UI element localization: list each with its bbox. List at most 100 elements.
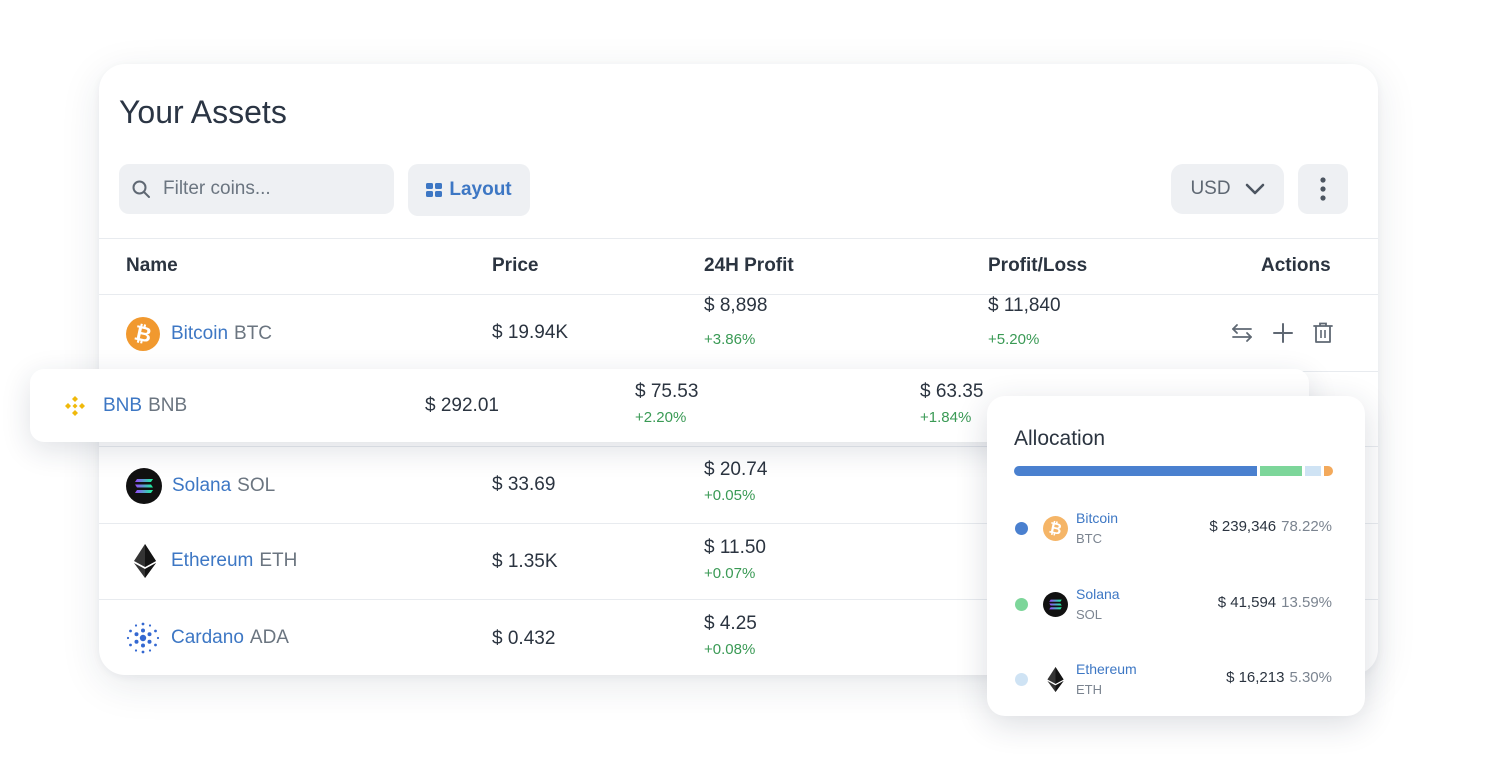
coin-name[interactable]: Ethereum xyxy=(171,550,253,572)
allocation-item[interactable]: ₿ Bitcoin BTC $ 239,346 78.22% xyxy=(1014,510,1334,550)
search-field[interactable] xyxy=(119,164,394,214)
bnb-icon xyxy=(65,396,85,416)
allocation-amount: $ 239,346 78.22% xyxy=(1209,518,1332,535)
profit-24h-value: $ 8,898 xyxy=(704,295,768,316)
coin-cell: Solana SOL xyxy=(126,468,275,504)
price-value: $ 0.432 xyxy=(492,628,556,649)
profit-24h-value: $ 11.50 xyxy=(704,537,766,558)
bitcoin-icon: ₿ xyxy=(1043,516,1068,541)
coin-name[interactable]: Solana xyxy=(172,475,231,497)
layout-label: Layout xyxy=(449,179,512,200)
chevron-down-icon xyxy=(1245,183,1264,195)
layout-button[interactable]: Layout xyxy=(408,164,530,216)
more-options-button[interactable] xyxy=(1298,164,1348,214)
coin-name[interactable]: Cardano xyxy=(171,627,244,649)
coin-symbol: ETH xyxy=(259,550,298,571)
allocation-value: $ 16,213 xyxy=(1226,669,1285,686)
column-header-actions: Actions xyxy=(1261,255,1331,276)
profit-24h-value: $ 20.74 xyxy=(704,459,768,480)
allocation-value: $ 41,594 xyxy=(1217,594,1277,611)
allocation-segment-other xyxy=(1324,466,1333,476)
price-value: $ 1.35K xyxy=(492,551,558,572)
allocation-item[interactable]: Solana SOL $ 41,594 13.59% xyxy=(1014,586,1334,626)
profit-24h-percent: +0.07% xyxy=(704,565,756,582)
bitcoin-icon: ₿ xyxy=(126,317,160,351)
coin-name[interactable]: Bitcoin xyxy=(171,323,228,345)
solana-icon xyxy=(1043,592,1068,617)
allocation-coin-symbol: SOL xyxy=(1076,607,1103,622)
ethereum-icon xyxy=(134,544,156,578)
price-value: $ 292.01 xyxy=(425,395,499,416)
legend-dot xyxy=(1015,598,1028,611)
profit-24h-percent: +0.08% xyxy=(704,641,756,658)
page-title: Your Assets xyxy=(119,94,287,130)
allocation-coin-symbol: BTC xyxy=(1076,531,1102,546)
coin-cell: ₿ Bitcoin BTC xyxy=(126,317,272,351)
divider xyxy=(99,238,1378,239)
allocation-percent: 13.59% xyxy=(1281,594,1332,611)
profit-24h-cell: $ 8,898 +3.86% xyxy=(704,295,767,351)
legend-dot xyxy=(1015,522,1028,535)
allocation-coin-name: Bitcoin xyxy=(1076,510,1119,526)
swap-icon[interactable] xyxy=(1231,323,1253,343)
coin-symbol: SOL xyxy=(237,475,276,496)
column-header-name[interactable]: Name xyxy=(126,255,178,277)
ethereum-icon xyxy=(1047,667,1064,692)
column-header-24h-profit[interactable]: 24H Profit xyxy=(704,255,794,277)
coin-cell: Cardano ADA xyxy=(126,621,289,655)
cardano-icon xyxy=(126,622,160,654)
profit-loss-cell: $ 63.35 +1.84% xyxy=(920,381,983,429)
allocation-item[interactable]: Ethereum ETH $ 16,213 5.30% xyxy=(1014,661,1334,701)
profit-loss-percent: +5.20% xyxy=(988,331,1040,348)
profit-24h-percent: +2.20% xyxy=(635,409,687,426)
profit-loss-cell: $ 11,840 +5.20% xyxy=(988,295,1061,351)
allocation-amount: $ 41,594 13.59% xyxy=(1218,594,1332,611)
profit-24h-value: $ 4.25 xyxy=(704,613,757,634)
coin-name[interactable]: BNB xyxy=(103,395,142,417)
allocation-segment-ethereum xyxy=(1305,466,1321,476)
allocation-coin-name: Solana xyxy=(1076,586,1120,602)
profit-24h-percent: +0.05% xyxy=(704,487,756,504)
search-input[interactable] xyxy=(161,177,375,201)
profit-loss-value: $ 63.35 xyxy=(920,381,984,402)
currency-label: USD xyxy=(1190,178,1231,199)
search-icon xyxy=(132,180,150,198)
allocation-coin-name: Ethereum xyxy=(1076,661,1137,677)
allocation-coin-symbol: ETH xyxy=(1076,682,1102,697)
allocation-title: Allocation xyxy=(1014,427,1106,450)
allocation-percent: 5.30% xyxy=(1289,669,1332,686)
allocation-segment-bitcoin xyxy=(1014,466,1257,476)
row-actions xyxy=(1231,322,1333,344)
profit-24h-percent: +3.86% xyxy=(704,331,756,348)
allocation-amount: $ 16,213 5.30% xyxy=(1226,669,1332,686)
coin-cell: BNB BNB xyxy=(63,394,187,418)
profit-24h-cell: $ 4.25 +0.08% xyxy=(704,613,757,661)
coin-symbol: BNB xyxy=(148,395,188,416)
column-header-profit-loss[interactable]: Profit/Loss xyxy=(988,255,1087,277)
coin-symbol: BTC xyxy=(234,323,273,344)
profit-24h-cell: $ 11.50 +0.07% xyxy=(704,537,766,585)
profit-24h-value: $ 75.53 xyxy=(635,381,699,402)
price-value: $ 33.69 xyxy=(492,474,556,495)
profit-loss-percent: +1.84% xyxy=(920,409,972,426)
grid-icon xyxy=(426,183,443,197)
solana-icon xyxy=(126,468,162,504)
trash-icon[interactable] xyxy=(1313,322,1333,344)
column-header-price[interactable]: Price xyxy=(492,255,538,277)
price-value: $ 19.94K xyxy=(492,322,569,343)
allocation-bar xyxy=(1014,466,1333,476)
table-row[interactable]: ₿ Bitcoin BTC $ 19.94K $ 8,898 +3.86% $ … xyxy=(99,295,1378,371)
kebab-menu-icon xyxy=(1320,177,1326,201)
profit-24h-cell: $ 75.53 +2.20% xyxy=(635,381,698,429)
allocation-value: $ 239,346 xyxy=(1209,518,1277,535)
allocation-percent: 78.22% xyxy=(1281,518,1332,535)
allocation-segment-solana xyxy=(1260,466,1302,476)
legend-dot xyxy=(1015,673,1028,686)
profit-24h-cell: $ 20.74 +0.05% xyxy=(704,459,767,507)
add-icon[interactable] xyxy=(1273,323,1293,343)
coin-symbol: ADA xyxy=(249,627,289,648)
currency-select[interactable]: USD xyxy=(1171,164,1284,214)
profit-loss-value: $ 11,840 xyxy=(988,295,1061,316)
coin-cell: Ethereum ETH xyxy=(134,544,297,578)
allocation-card: Allocation ₿ Bitcoin BTC $ 239,346 78.22% xyxy=(987,396,1365,716)
